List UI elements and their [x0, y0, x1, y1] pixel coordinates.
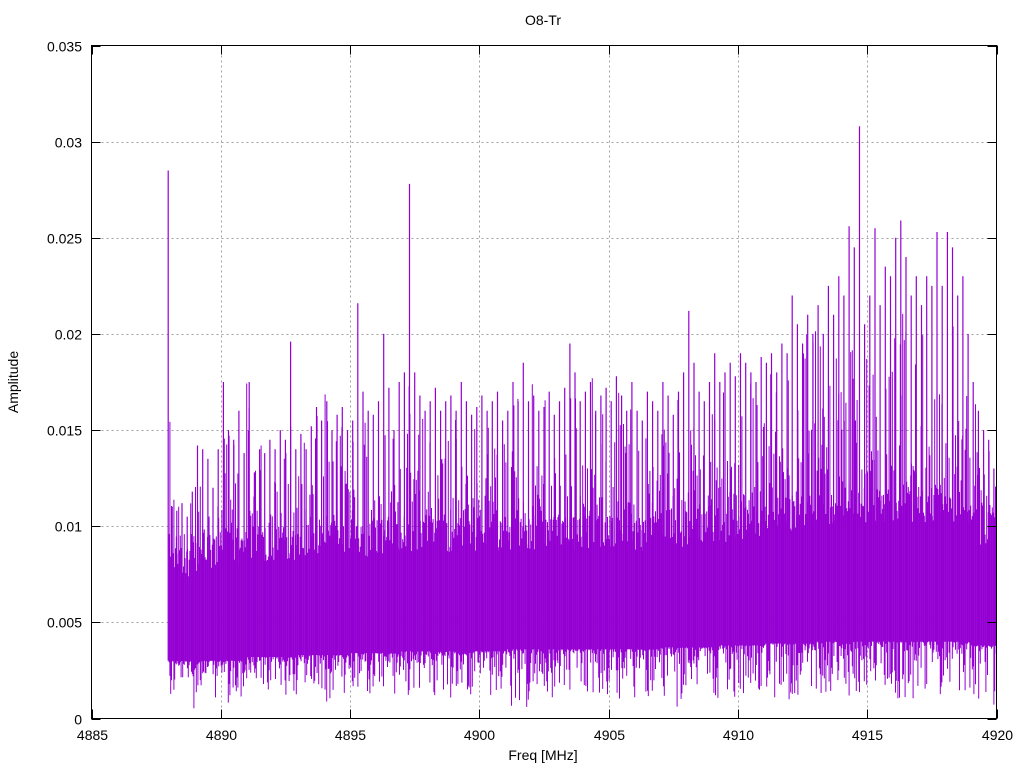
y-tick-label: 0.01 — [55, 519, 82, 535]
x-tick-label: 4915 — [852, 727, 883, 743]
y-tick-label: 0 — [74, 712, 82, 728]
x-tick-label: 4890 — [206, 727, 237, 743]
y-tick-label: 0.035 — [47, 39, 82, 55]
x-tick-label: 4895 — [335, 727, 366, 743]
x-tick-label: 4905 — [594, 727, 625, 743]
amplitude-chart: 4885 4890 4895 4900 4905 4910 4915 4920 0 0.005 0.… — [5, 12, 1013, 763]
y-tick-label: 0.005 — [47, 615, 82, 631]
y-tick-label: 0.015 — [47, 423, 82, 439]
x-tick-label: 4885 — [77, 727, 108, 743]
x-axis-label: Freq [MHz] — [508, 747, 577, 763]
y-axis-label: Amplitude — [5, 351, 21, 413]
y-tick-label: 0.03 — [55, 135, 82, 151]
signal-series — [167, 126, 997, 709]
chart-title: O8-Tr — [525, 12, 561, 28]
y-tick-label: 0.02 — [55, 327, 82, 343]
y-tick-label: 0.025 — [47, 231, 82, 247]
x-tick-label: 4920 — [982, 727, 1013, 743]
x-tick-label: 4910 — [723, 727, 754, 743]
x-tick-label: 4900 — [464, 727, 495, 743]
